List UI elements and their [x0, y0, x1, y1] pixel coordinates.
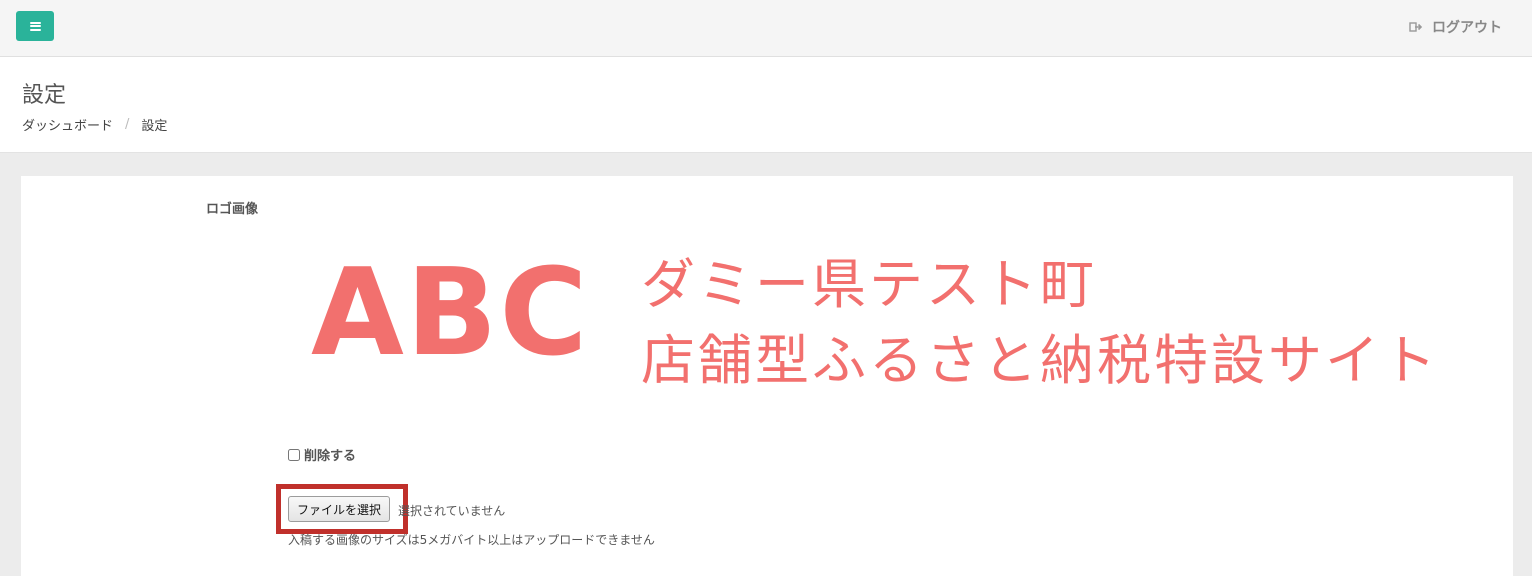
delete-logo-row[interactable]: 削除する — [288, 445, 356, 464]
breadcrumb: ダッシュボード / 設定 — [22, 115, 167, 134]
logout-link[interactable]: ログアウト — [1409, 17, 1502, 37]
file-status-text: 選択されていません — [398, 504, 506, 518]
choose-file-button[interactable]: ファイルを選択 — [288, 496, 391, 522]
settings-card: ロゴ画像 ABC ダミー県テスト町 店舗型ふるさと納税特設サイト 削除する ファ… — [21, 176, 1513, 576]
breadcrumb-current: 設定 — [141, 119, 168, 134]
logo-abc-text: ABC — [311, 244, 590, 383]
delete-logo-checkbox[interactable] — [288, 448, 300, 461]
file-size-help-text: 入稿する画像のサイズは5メガバイト以上はアップロードできません — [288, 533, 655, 547]
logo-image-preview: ABC ダミー県テスト町 店舗型ふるさと納税特設サイト — [311, 250, 1471, 400]
hamburger-icon — [29, 21, 41, 31]
menu-toggle-button[interactable] — [16, 11, 54, 41]
page-title: 設定 — [22, 83, 67, 108]
logo-image-label: ロゴ画像 — [206, 202, 259, 217]
sign-out-icon — [1409, 22, 1423, 32]
page-header: 設定 ダッシュボード / 設定 — [0, 57, 1532, 153]
delete-logo-label: 削除する — [304, 449, 357, 464]
top-navbar: ログアウト — [0, 0, 1532, 57]
breadcrumb-separator: / — [125, 117, 130, 132]
logo-line2-text: 店舗型ふるさと納税特設サイト — [641, 329, 1439, 392]
logout-label: ログアウト — [1432, 20, 1502, 36]
logo-line1-text: ダミー県テスト町 — [641, 253, 1097, 316]
breadcrumb-dashboard-link[interactable]: ダッシュボード — [22, 115, 113, 134]
